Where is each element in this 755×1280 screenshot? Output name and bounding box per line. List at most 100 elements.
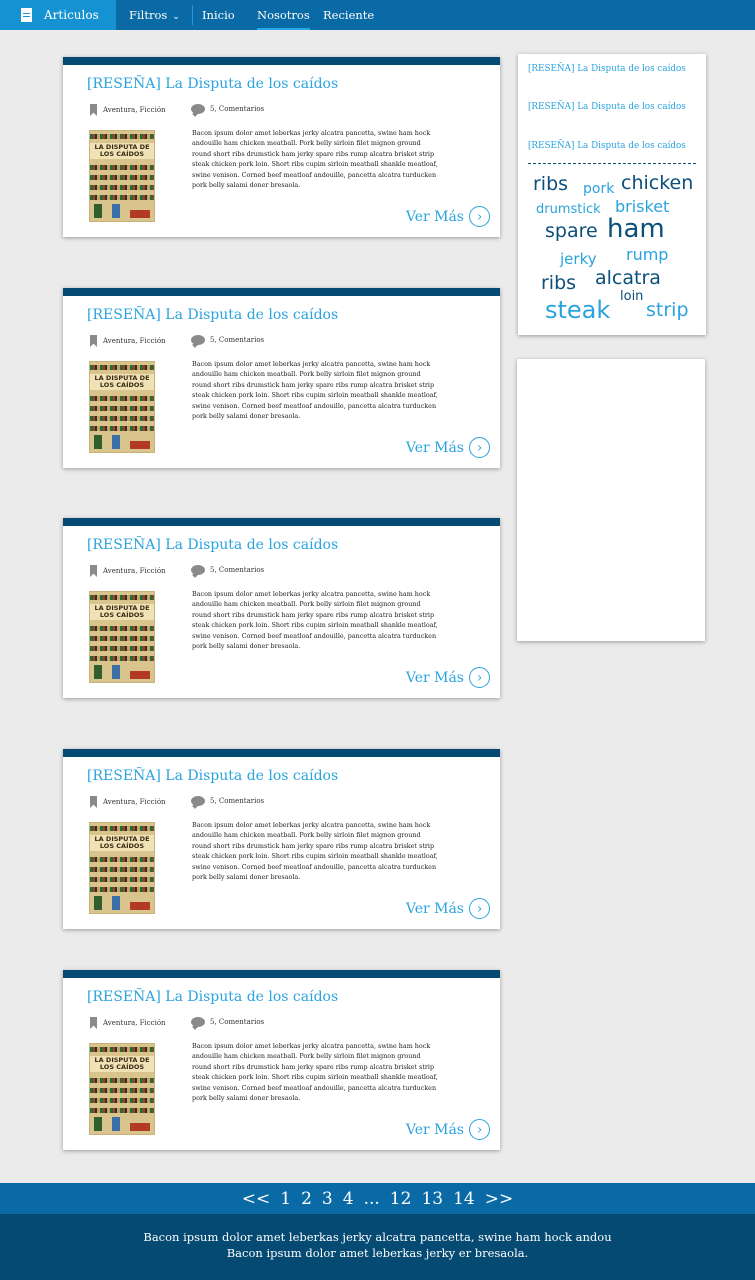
filters-dropdown[interactable]: Filtros ⌄ <box>129 0 180 30</box>
tag-link[interactable]: pork <box>583 182 614 196</box>
comment-icon <box>191 565 205 575</box>
brand-button[interactable]: Articulos <box>0 0 116 30</box>
post-comments[interactable]: 5, Comentarios <box>191 335 264 345</box>
read-more-button[interactable]: Ver Más › <box>406 437 490 458</box>
tag-link[interactable]: brisket <box>615 199 669 215</box>
cover-pattern <box>90 175 154 180</box>
sidebar-recent-tags: [RESEÑA] La Disputa de los caídos [RESEÑ… <box>518 54 706 335</box>
cover-pattern <box>90 656 154 661</box>
read-more-label: Ver Más <box>405 439 464 456</box>
tag-link[interactable]: chicken <box>621 174 693 193</box>
bookmark-icon <box>90 335 97 347</box>
post-comments[interactable]: 5, Comentarios <box>191 104 264 114</box>
cover-pattern <box>90 1098 154 1103</box>
post-card: [RESEÑA] La Disputa de los caídos Aventur… <box>63 518 500 698</box>
pagination: << 1 2 3 4 ... 12 13 14 >> <box>0 1183 755 1214</box>
cover-figure <box>94 1117 102 1131</box>
page-number[interactable]: 3 <box>322 1189 333 1209</box>
page-number[interactable]: 1 <box>280 1189 291 1209</box>
post-title-link[interactable]: [RESEÑA] La Disputa de los caídos <box>87 307 338 323</box>
category-label: Aventura, Ficción <box>103 1019 166 1027</box>
book-cover-image[interactable]: LA DISPUTA DE LOS CAÍDOS <box>89 822 155 914</box>
cover-title: LA DISPUTA DE LOS CAÍDOS <box>90 835 154 851</box>
comment-icon <box>191 796 205 806</box>
cover-figure <box>112 896 120 910</box>
tag-link[interactable]: spare <box>545 222 598 241</box>
cover-figure <box>112 435 120 449</box>
cover-figure <box>112 1117 120 1131</box>
post-title-link[interactable]: [RESEÑA] La Disputa de los caídos <box>87 989 338 1005</box>
nav-item-reciente[interactable]: Reciente <box>323 0 374 30</box>
page-number[interactable]: 12 <box>390 1189 412 1209</box>
comment-icon <box>191 335 205 345</box>
bookmark-icon <box>90 565 97 577</box>
page-last-button[interactable]: >> <box>485 1189 514 1209</box>
cover-figure <box>130 441 150 449</box>
post-comments[interactable]: 5, Comentarios <box>191 796 264 806</box>
page-number[interactable]: 14 <box>453 1189 475 1209</box>
read-more-button[interactable]: Ver Más › <box>406 667 490 688</box>
tag-link[interactable]: jerky <box>560 252 597 267</box>
book-cover-image[interactable]: LA DISPUTA DE LOS CAÍDOS <box>89 130 155 222</box>
post-comments[interactable]: 5, Comentarios <box>191 565 264 575</box>
cover-pattern <box>90 426 154 431</box>
comments-label: 5, Comentarios <box>210 566 265 574</box>
bookmark-icon <box>90 1017 97 1029</box>
tag-link[interactable]: alcatra <box>595 269 661 288</box>
cover-figure <box>130 1123 150 1131</box>
divider <box>528 163 696 164</box>
nav-item-inicio[interactable]: Inicio <box>202 0 235 30</box>
chevron-right-icon: › <box>469 898 490 919</box>
recent-post-link[interactable]: [RESEÑA] La Disputa de los caídos <box>528 64 686 74</box>
comment-icon <box>191 1017 205 1027</box>
cover-pattern <box>90 857 154 862</box>
cover-figure <box>112 665 120 679</box>
read-more-button[interactable]: Ver Más › <box>406 1119 490 1140</box>
post-card: [RESEÑA] La Disputa de los caídos Aventur… <box>63 970 500 1150</box>
book-cover-image[interactable]: LA DISPUTA DE LOS CAÍDOS <box>89 591 155 683</box>
footer-text-line: Bacon ipsum dolor amet leberkas jerky er… <box>226 1246 529 1260</box>
page-number[interactable]: 2 <box>301 1189 312 1209</box>
cover-pattern <box>90 1088 154 1093</box>
post-card: [RESEÑA] La Disputa de los caídos Aventur… <box>63 57 500 237</box>
post-card: [RESEÑA] La Disputa de los caídos Aventur… <box>63 749 500 929</box>
cover-pattern <box>90 887 154 892</box>
page-number[interactable]: 13 <box>421 1189 443 1209</box>
category-label: Aventura, Ficción <box>103 567 166 575</box>
tag-link[interactable]: rump <box>626 247 668 263</box>
cover-pattern <box>90 195 154 200</box>
post-category: Aventura, Ficción <box>90 104 166 116</box>
tag-link[interactable]: strip <box>646 301 689 320</box>
page-ellipsis: ... <box>363 1188 380 1209</box>
tag-link[interactable]: ribs <box>533 175 568 194</box>
page-number[interactable]: 4 <box>343 1189 354 1209</box>
comments-label: 5, Comentarios <box>210 336 265 344</box>
tag-link[interactable]: steak <box>545 298 610 322</box>
post-excerpt: Bacon ipsum dolor amet leberkas jerky al… <box>192 821 438 882</box>
nav-item-nosotros[interactable]: Nosotros <box>257 0 310 30</box>
document-icon <box>21 8 32 22</box>
cover-pattern <box>90 1047 154 1052</box>
post-excerpt: Bacon ipsum dolor amet leberkas jerky al… <box>192 1042 438 1103</box>
cover-pattern <box>90 1108 154 1113</box>
post-title-link[interactable]: [RESEÑA] La Disputa de los caídos <box>87 76 338 92</box>
cover-figure <box>94 665 102 679</box>
post-comments[interactable]: 5, Comentarios <box>191 1017 264 1027</box>
chevron-down-icon: ⌄ <box>172 12 180 22</box>
recent-post-link[interactable]: [RESEÑA] La Disputa de los caídos <box>528 141 686 151</box>
comment-icon <box>191 104 205 114</box>
tag-link[interactable]: loin <box>620 290 643 303</box>
page-first-button[interactable]: << <box>242 1189 271 1209</box>
tag-link[interactable]: ribs <box>541 274 576 293</box>
tag-link[interactable]: ham <box>607 216 665 242</box>
post-title-link[interactable]: [RESEÑA] La Disputa de los caídos <box>87 768 338 784</box>
sidebar-empty-widget <box>517 359 705 641</box>
recent-post-link[interactable]: [RESEÑA] La Disputa de los caídos <box>528 102 686 112</box>
read-more-button[interactable]: Ver Más › <box>406 206 490 227</box>
book-cover-image[interactable]: LA DISPUTA DE LOS CAÍDOS <box>89 1043 155 1135</box>
book-cover-image[interactable]: LA DISPUTA DE LOS CAÍDOS <box>89 361 155 453</box>
tag-link[interactable]: drumstick <box>536 203 601 216</box>
comments-label: 5, Comentarios <box>210 105 265 113</box>
read-more-button[interactable]: Ver Más › <box>406 898 490 919</box>
post-title-link[interactable]: [RESEÑA] La Disputa de los caídos <box>87 537 338 553</box>
